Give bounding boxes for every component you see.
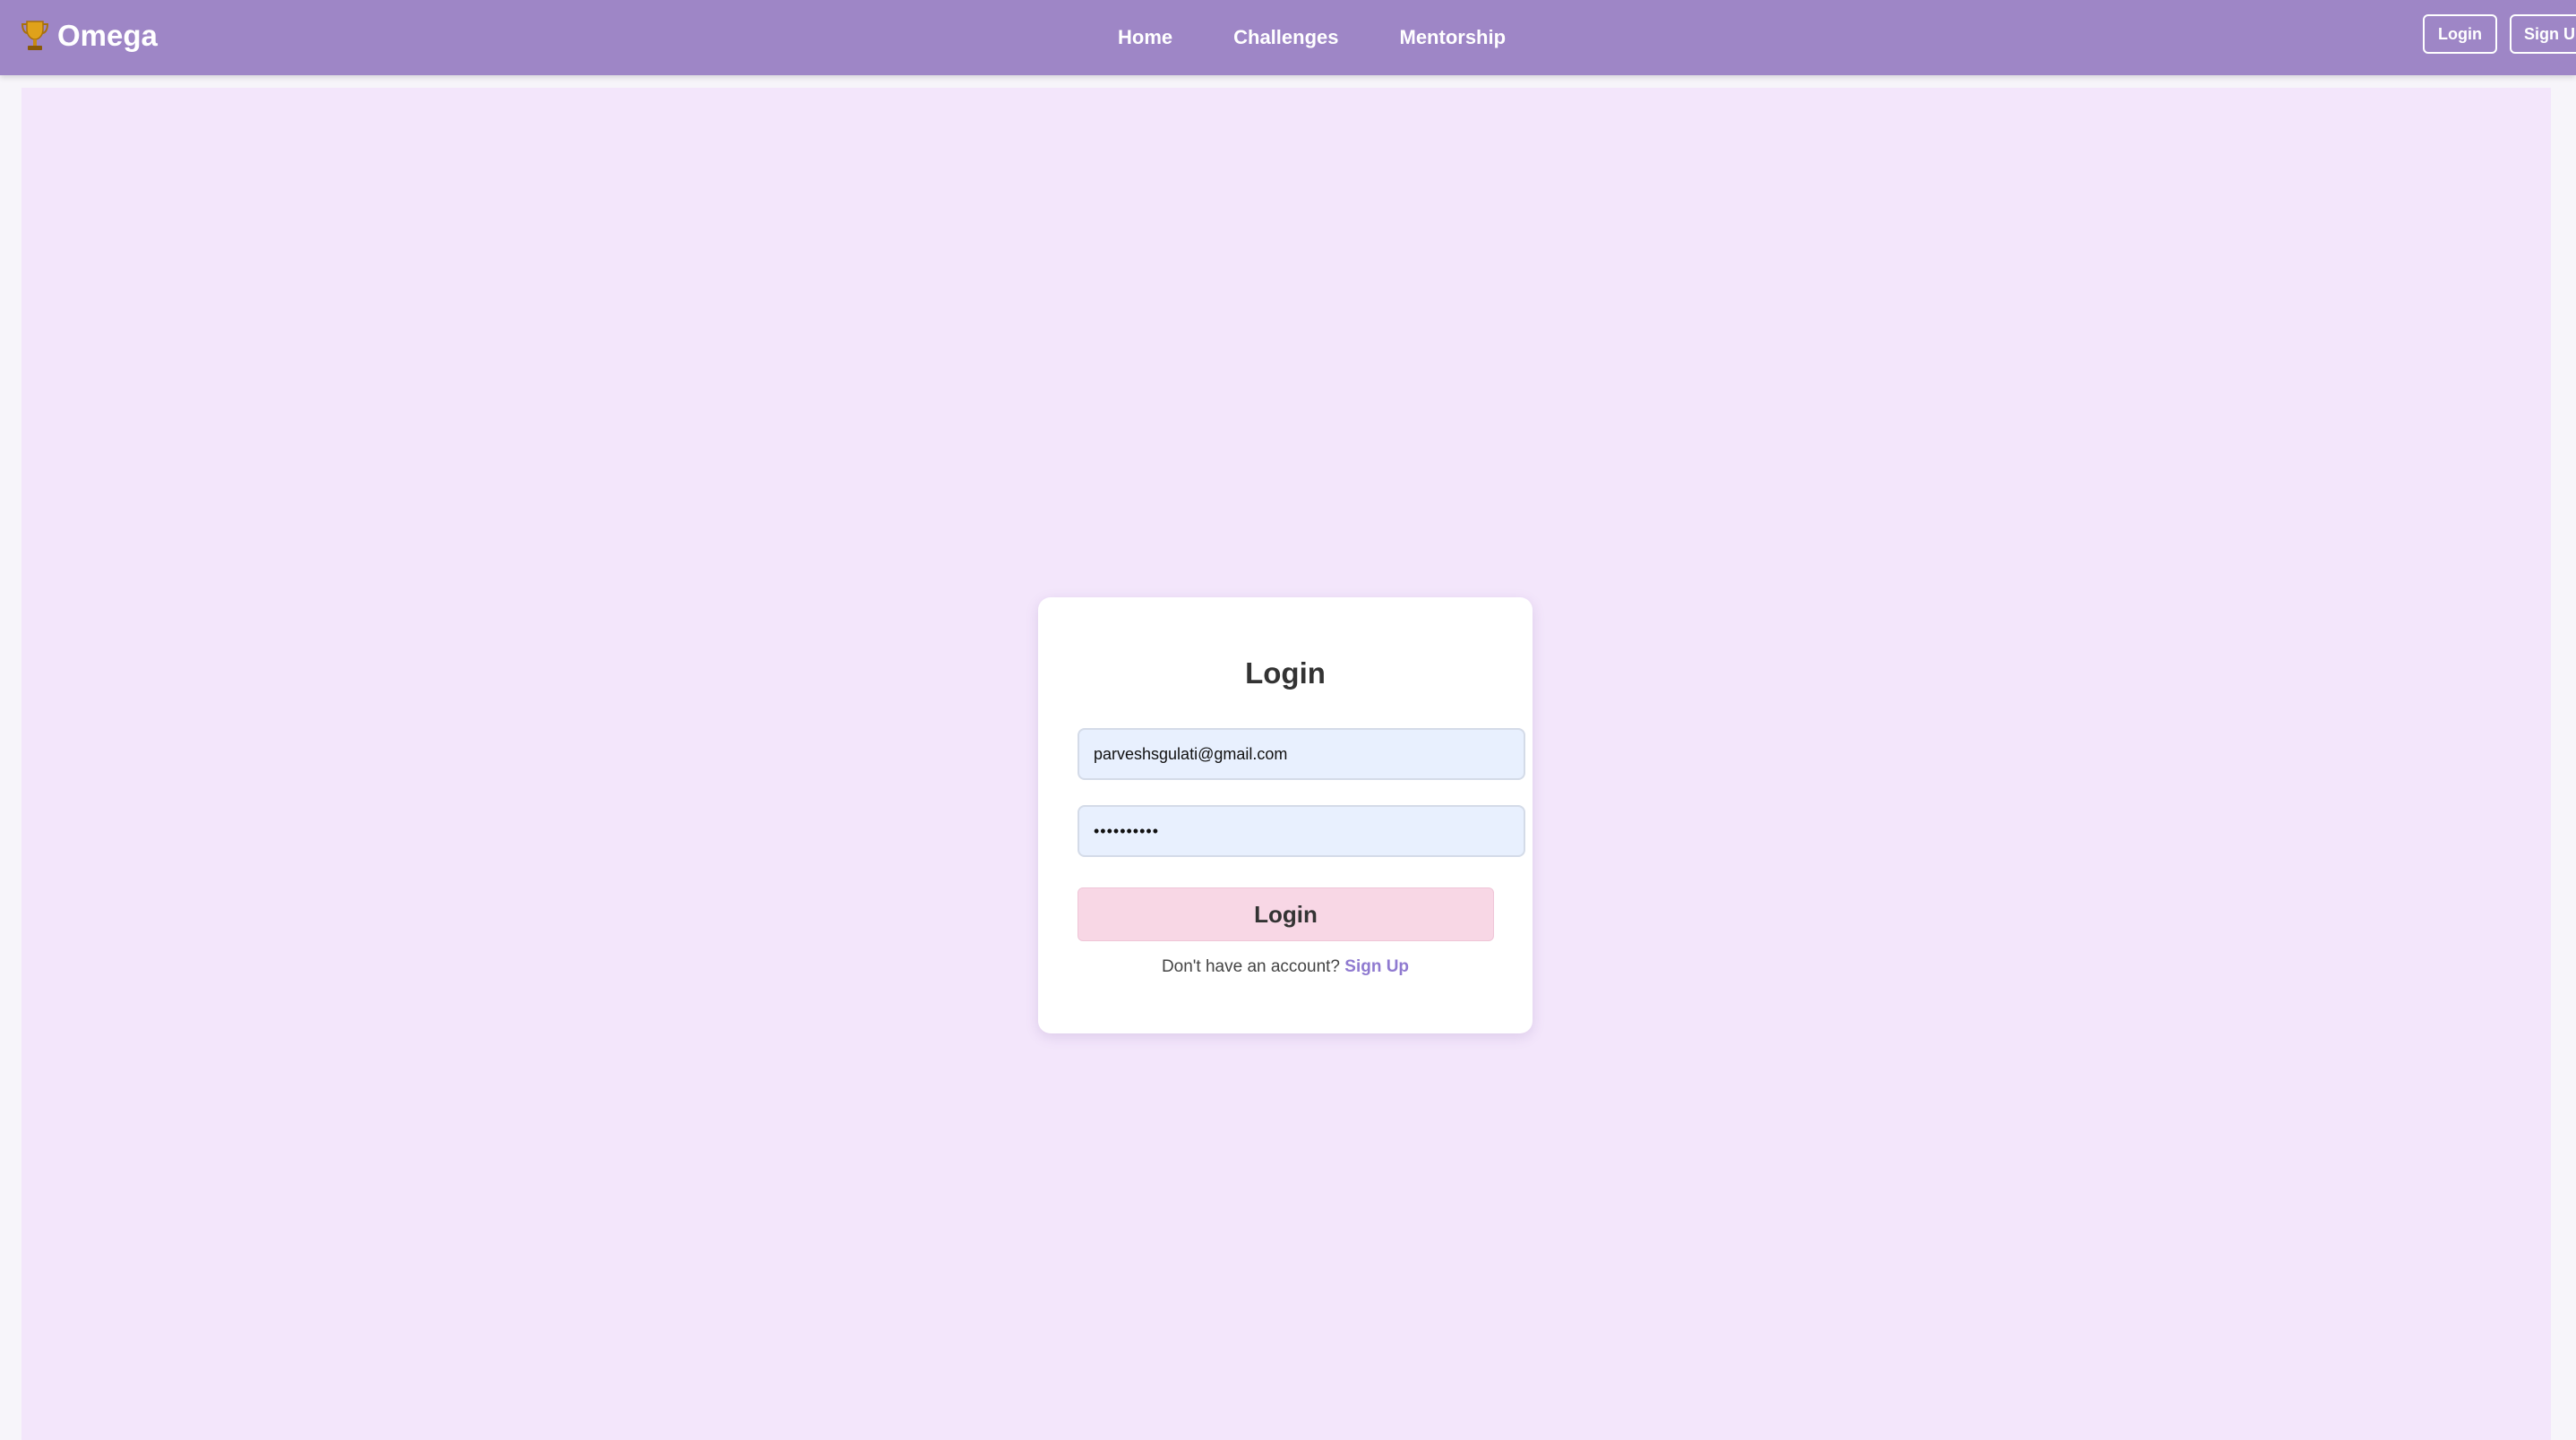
- email-field[interactable]: [1078, 728, 1525, 780]
- login-button[interactable]: Login: [1078, 887, 1494, 941]
- nav-signup-button[interactable]: Sign U: [2510, 14, 2576, 54]
- nav-login-button[interactable]: Login: [2423, 14, 2497, 54]
- no-account-text: Don't have an account?: [1161, 957, 1340, 976]
- navbar: Omega Home Challenges Mentorship Login S…: [0, 0, 2576, 75]
- nav-home[interactable]: Home: [1118, 26, 1172, 49]
- trophy-icon: [20, 19, 50, 53]
- signup-link[interactable]: Sign Up: [1344, 957, 1409, 976]
- login-title: Login: [1245, 656, 1326, 690]
- main-nav: Home Challenges Mentorship: [1118, 18, 1567, 57]
- nav-challenges[interactable]: Challenges: [1233, 26, 1338, 49]
- nav-mentorship[interactable]: Mentorship: [1400, 26, 1507, 49]
- brand-logo[interactable]: Omega: [20, 16, 158, 56]
- login-card: Login Login Don't have an account? Sign …: [1038, 597, 1533, 1033]
- signup-prompt: Don't have an account? Sign Up: [1038, 957, 1533, 977]
- password-field[interactable]: [1078, 805, 1525, 857]
- brand-name: Omega: [57, 19, 158, 52]
